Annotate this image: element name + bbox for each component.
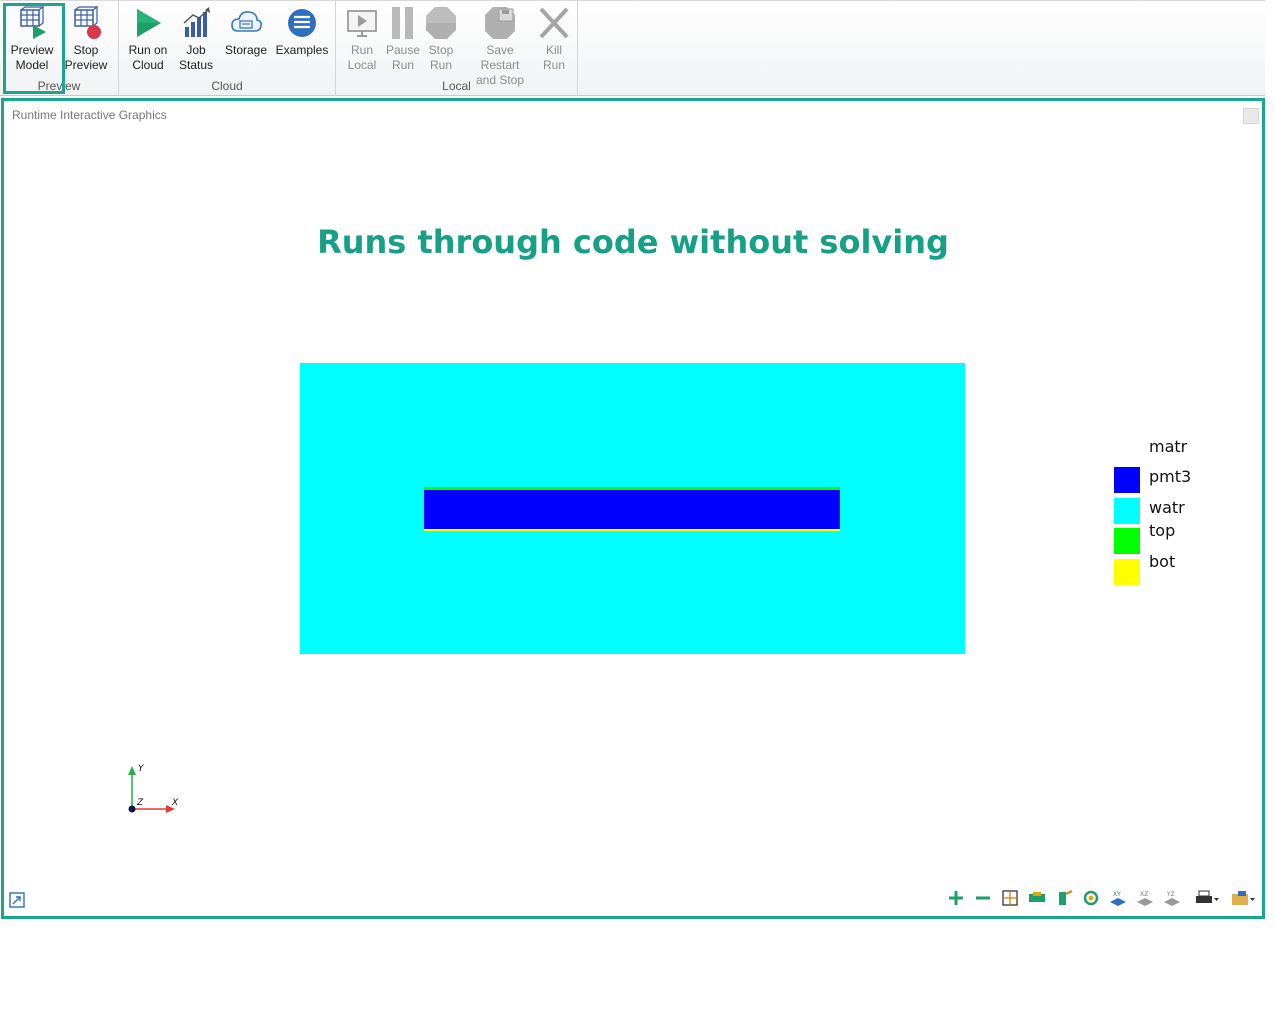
axis-label-y: Y: [138, 764, 145, 774]
fit-view-icon[interactable]: [1000, 888, 1020, 908]
job-status-button[interactable]: Job Status: [175, 5, 217, 73]
group-label-local: Local: [442, 79, 471, 93]
annotation-headline: Runs through code without solving: [317, 223, 949, 261]
stop-run-icon: [426, 7, 456, 39]
run-local-button[interactable]: Run Local: [342, 5, 382, 73]
legend-label: top: [1149, 521, 1176, 540]
pan-icon[interactable]: [1027, 888, 1047, 908]
examples-label: Examples: [275, 43, 329, 57]
stop-preview-button[interactable]: Stop Preview: [60, 5, 112, 73]
svg-text:XY: XY: [1113, 891, 1121, 898]
storage-icon: [231, 11, 262, 32]
view-toolbar: XY XZ YZ: [946, 888, 1258, 908]
ribbon-group-cloud: Run on Cloud Job Status Storage Examples…: [119, 1, 336, 96]
run-cloud-icon: [137, 9, 161, 37]
legend-swatch: [1114, 559, 1140, 585]
axis-label-x: X: [171, 798, 179, 808]
svg-text:XZ: XZ: [1140, 891, 1148, 898]
axis-label-z: Z: [136, 798, 144, 808]
run-local-icon: [347, 10, 377, 37]
view-xy-icon[interactable]: XY: [1108, 888, 1128, 908]
examples-button[interactable]: Examples: [273, 5, 331, 58]
zoom-in-icon[interactable]: [946, 888, 966, 908]
rotate-icon[interactable]: [1081, 888, 1101, 908]
group-label-cloud: Cloud: [211, 79, 243, 93]
axis-triad: Y Z X: [128, 764, 179, 813]
save-restart-icon: [485, 7, 515, 39]
kill-run-icon: [539, 7, 569, 39]
run-local-label: Run Local: [347, 43, 377, 72]
save-restart-stop-button[interactable]: Save Restart and Stop: [466, 5, 534, 88]
preview-model-button[interactable]: Preview Model: [6, 5, 58, 73]
stop-preview-label: Stop Preview: [64, 43, 108, 72]
preview-model-icon: [20, 6, 46, 39]
ribbon-group-local: Run Local Pause Run Stop Run Save Restar…: [336, 1, 578, 96]
examples-icon: [288, 9, 316, 37]
legend-swatch: [1114, 528, 1140, 554]
legend-item-bot: bot: [1114, 552, 1234, 585]
pause-run-icon: [392, 7, 413, 39]
zoom-out-icon[interactable]: [973, 888, 993, 908]
pmt3-region: [424, 490, 840, 529]
preview-model-label: Preview Model: [10, 43, 54, 72]
group-label-preview: Preview: [37, 79, 81, 93]
stop-run-button[interactable]: Stop Run: [422, 5, 460, 73]
kill-run-button[interactable]: Kill Run: [536, 5, 572, 73]
legend-title: matr: [1149, 437, 1188, 456]
svg-text:YZ: YZ: [1166, 891, 1175, 898]
run-on-cloud-label: Run on Cloud: [128, 43, 168, 72]
move-icon[interactable]: [1054, 888, 1074, 908]
legend-label: pmt3: [1149, 467, 1192, 486]
run-on-cloud-button[interactable]: Run on Cloud: [125, 5, 171, 73]
view-xz-icon[interactable]: XZ: [1135, 888, 1155, 908]
stop-preview-icon: [74, 6, 101, 39]
expand-icon[interactable]: [9, 892, 25, 908]
view-yz-icon[interactable]: YZ: [1162, 888, 1182, 908]
job-status-label: Job Status: [178, 43, 214, 72]
pause-run-button[interactable]: Pause Run: [384, 5, 422, 73]
stop-run-label: Stop Run: [428, 43, 454, 72]
storage-label: Storage: [224, 43, 268, 57]
pause-run-label: Pause Run: [385, 43, 421, 72]
job-status-icon: [183, 7, 210, 37]
legend-label: watr: [1149, 498, 1185, 517]
ribbon-group-preview: Preview Model Stop Preview Preview: [0, 1, 119, 96]
print-icon[interactable]: [1194, 888, 1220, 908]
legend-label: bot: [1149, 552, 1176, 571]
snapshot-icon[interactable]: [1230, 888, 1256, 908]
legend-item-pmt3: pmt3: [1114, 467, 1234, 493]
panel-close-button[interactable]: [1243, 108, 1259, 124]
kill-run-label: Kill Run: [542, 43, 565, 72]
legend-swatch: [1114, 467, 1140, 493]
panel-title: Runtime Interactive Graphics: [12, 108, 167, 122]
storage-button[interactable]: Storage: [221, 5, 271, 58]
runtime-graphics-panel[interactable]: Runtime Interactive Graphics Runs throug…: [1, 98, 1265, 919]
ribbon-toolbar: Preview Model Stop Preview Preview Run o…: [0, 0, 1265, 96]
legend-swatch: [1114, 498, 1140, 524]
legend-item-top: top: [1114, 521, 1234, 554]
bot-region: [424, 529, 840, 531]
top-region: [424, 487, 840, 490]
model-viewport[interactable]: [300, 363, 966, 655]
